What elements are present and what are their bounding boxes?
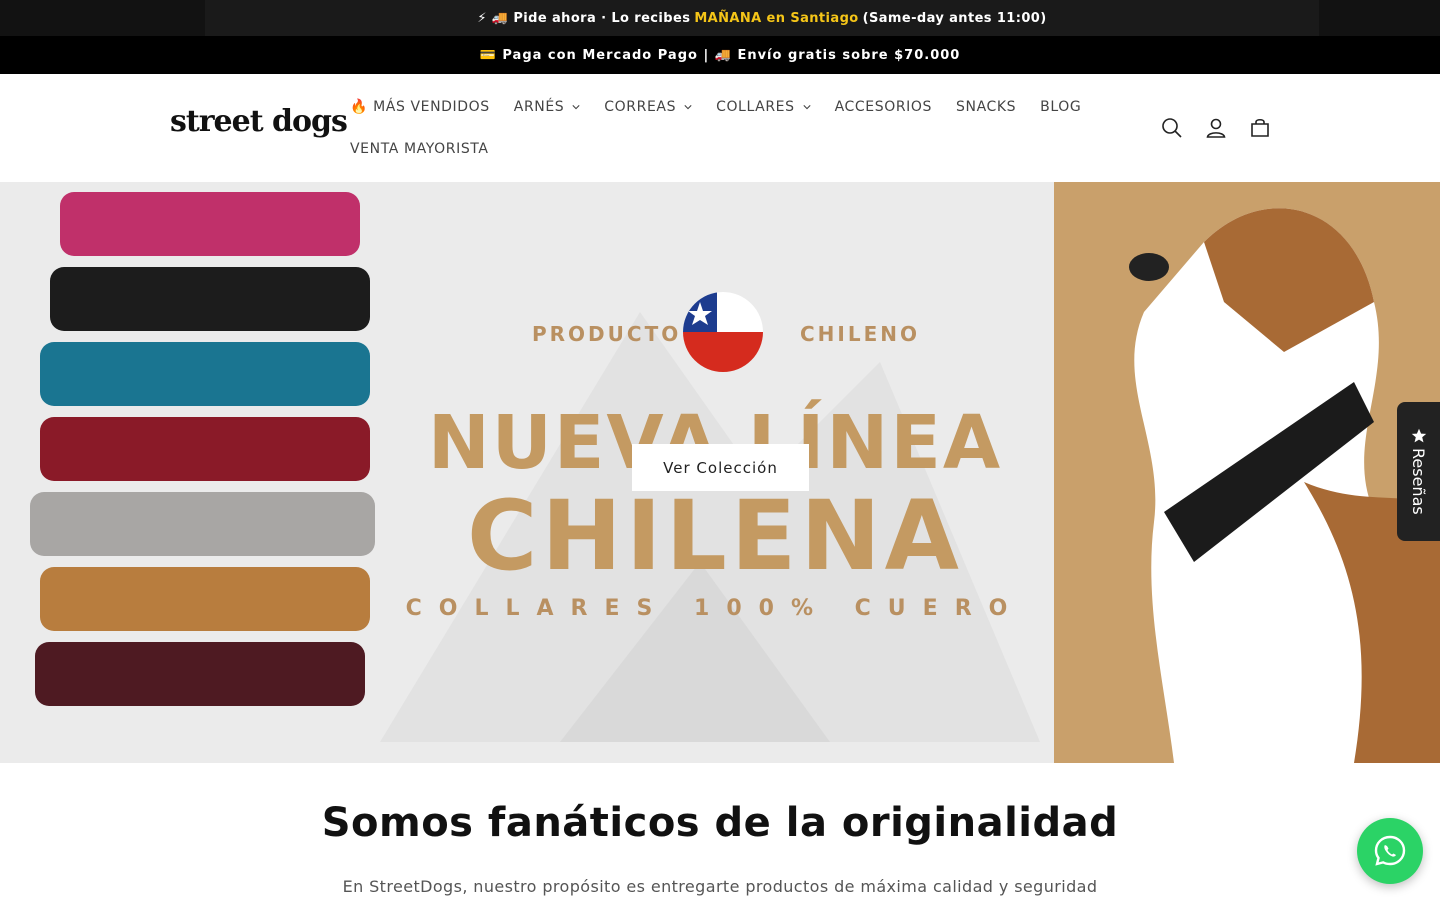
collar-silver: [30, 492, 375, 556]
dog-photo: [1054, 182, 1440, 763]
announcement-content: ⚡ 🚚 Pide ahora · Lo recibes MAÑANA en Sa…: [205, 0, 1319, 36]
logo[interactable]: street dogs: [170, 104, 348, 139]
nav-item-mas-vendidos[interactable]: 🔥 MÁS VENDIDOS: [350, 99, 490, 115]
announcement-highlight: MAÑANA en Santiago: [694, 10, 859, 26]
collar-red: [40, 417, 370, 481]
site-header: street dogs 🔥 MÁS VENDIDOS ARNÉS CORREAS…: [0, 74, 1440, 182]
cart-button[interactable]: [1244, 114, 1276, 142]
account-button[interactable]: [1200, 114, 1232, 142]
account-icon: [1206, 118, 1226, 138]
collar-teal: [40, 342, 370, 406]
nav-label: SNACKS: [956, 99, 1017, 115]
nav-label: VENTA MAYORISTA: [350, 141, 489, 157]
reviews-tab[interactable]: Reseñas: [1397, 402, 1440, 541]
chile-flag-icon: [683, 292, 763, 372]
nav-label: ACCESORIOS: [834, 99, 933, 115]
nav-row-2: VENTA MAYORISTA: [350, 136, 1110, 162]
nav-label: ARNÉS: [513, 99, 565, 115]
whatsapp-icon: [1374, 835, 1406, 866]
announcement-text: ⚡ 🚚 Pide ahora · Lo recibes: [477, 10, 691, 26]
star-icon: [1411, 428, 1426, 443]
whatsapp-button[interactable]: [1357, 818, 1423, 884]
collar-black: [50, 267, 370, 331]
nav-label: COLLARES: [716, 99, 795, 115]
search-button[interactable]: [1156, 114, 1188, 142]
collar-pink: [60, 192, 360, 256]
payment-bar: 💳 Paga con Mercado Pago | 🚚 Envío gratis…: [0, 36, 1440, 74]
main-nav: 🔥 MÁS VENDIDOS ARNÉS CORREAS COLLARES AC…: [350, 94, 1110, 178]
nav-row-1: 🔥 MÁS VENDIDOS ARNÉS CORREAS COLLARES AC…: [350, 94, 1110, 120]
producto-left: PRODUCTO: [532, 322, 682, 346]
ver-coleccion-button[interactable]: Ver Colección: [632, 444, 809, 491]
nav-label: CORREAS: [604, 99, 677, 115]
producto-right: CHILENO: [799, 322, 920, 346]
payment-bar-text: 💳 Paga con Mercado Pago | 🚚 Envío gratis…: [479, 47, 961, 63]
chevron-down-icon: [803, 105, 811, 110]
reviews-tab-label: Reseñas: [1409, 448, 1428, 515]
nav-item-snacks[interactable]: SNACKS: [956, 99, 1016, 115]
nav-item-collares[interactable]: COLLARES: [716, 99, 811, 115]
cart-icon: [1251, 118, 1269, 137]
announcement-note: (Same-day antes 11:00): [862, 10, 1047, 26]
nav-item-blog[interactable]: BLOG: [1040, 99, 1081, 115]
announcement-bar: ⚡ 🚚 Pide ahora · Lo recibes MAÑANA en Sa…: [0, 0, 1440, 36]
nav-label: 🔥 MÁS VENDIDOS: [350, 99, 490, 115]
nav-item-accesorios[interactable]: ACCESORIOS: [835, 99, 932, 115]
collars-stack-image: [20, 192, 380, 752]
collar-leopard: [40, 567, 370, 631]
collar-maroon: [35, 642, 365, 706]
section-title: Somos fanáticos de la originalidad: [321, 800, 1119, 846]
chevron-down-icon: [684, 105, 692, 110]
hero-subline: COLLARES 100% CUERO: [405, 596, 1025, 621]
nav-label: BLOG: [1040, 99, 1082, 115]
section-text: En StreetDogs, nuestro propósito es entr…: [342, 877, 1098, 896]
nav-item-correas[interactable]: CORREAS: [604, 99, 692, 115]
search-icon: [1162, 118, 1182, 138]
nav-item-arnes[interactable]: ARNÉS: [514, 99, 581, 115]
hero-headline-2: CHILENA: [467, 480, 963, 592]
chevron-down-icon: [572, 105, 580, 110]
header-icons: [1156, 114, 1288, 142]
nav-item-venta-mayorista[interactable]: VENTA MAYORISTA: [350, 141, 489, 157]
